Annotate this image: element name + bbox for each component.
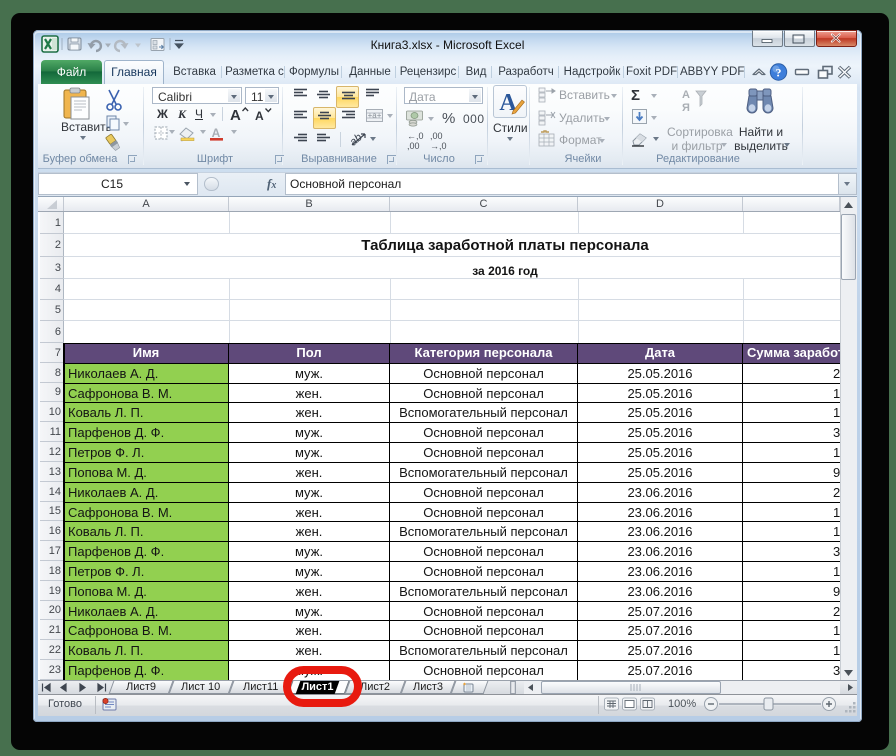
svg-text:A: A (230, 107, 241, 124)
svg-text:A: A (255, 109, 264, 123)
svg-text:Я: Я (682, 102, 690, 114)
svg-text:?: ? (776, 66, 782, 80)
svg-text:А: А (682, 89, 690, 101)
svg-text:+a+: +a+ (368, 111, 382, 120)
svg-text:А: А (212, 126, 221, 140)
